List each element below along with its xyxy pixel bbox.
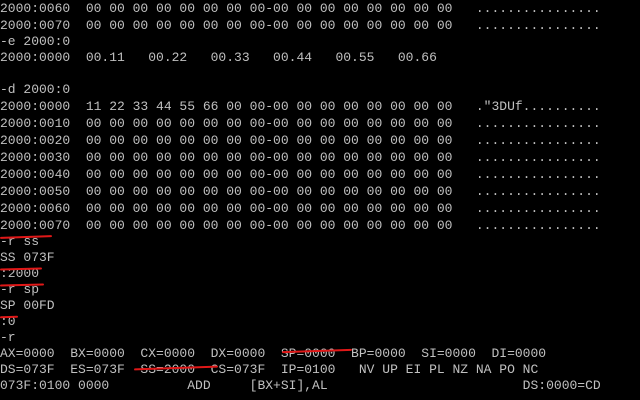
dump-line-0030: 2000:0030 00 00 00 00 00 00 00 00-00 00 …: [0, 150, 601, 165]
registers-line-1: AX=0000 BX=0000 CX=0000 DX=0000 SP=0000 …: [0, 346, 547, 361]
dump-line-0060: 2000:0060 00 00 00 00 00 00 00 00-00 00 …: [0, 201, 601, 216]
dump-line-0060-top: 2000:0060 00 00 00 00 00 00 00 00-00 00 …: [0, 1, 601, 16]
dump-line-0050: 2000:0050 00 00 00 00 00 00 00 00-00 00 …: [0, 184, 601, 199]
edit-values-line: 2000:0000 00.11 00.22 00.33 00.44 00.55 …: [0, 50, 437, 65]
dump-line-0070-top: 2000:0070 00 00 00 00 00 00 00 00-00 00 …: [0, 18, 601, 33]
command-register: -r: [0, 330, 16, 345]
dump-line-0070: 2000:0070 00 00 00 00 00 00 00 00-00 00 …: [0, 218, 601, 233]
debug-console-window[interactable]: 2000:0060 00 00 00 00 00 00 00 00-00 00 …: [0, 0, 640, 400]
sp-current-value: SP 00FD: [0, 298, 55, 313]
registers-line-2: DS=073F ES=073F SS=2000 CS=073F IP=0100 …: [0, 362, 539, 377]
dump-line-0010: 2000:0010 00 00 00 00 00 00 00 00-00 00 …: [0, 116, 601, 131]
disassembly-line: 073F:0100 0000 ADD [BX+SI],AL DS:0000=CD: [0, 378, 601, 393]
dump-line-0020: 2000:0020 00 00 00 00 00 00 00 00-00 00 …: [0, 133, 601, 148]
command-prompt[interactable]: -: [0, 393, 8, 400]
dump-line-0000: 2000:0000 11 22 33 44 55 66 00 00-00 00 …: [0, 99, 601, 114]
dump-line-0040: 2000:0040 00 00 00 00 00 00 00 00-00 00 …: [0, 167, 601, 182]
command-edit: -e 2000:0: [0, 34, 71, 49]
command-dump: -d 2000:0: [0, 82, 71, 97]
ss-current-value: SS 073F: [0, 250, 55, 265]
